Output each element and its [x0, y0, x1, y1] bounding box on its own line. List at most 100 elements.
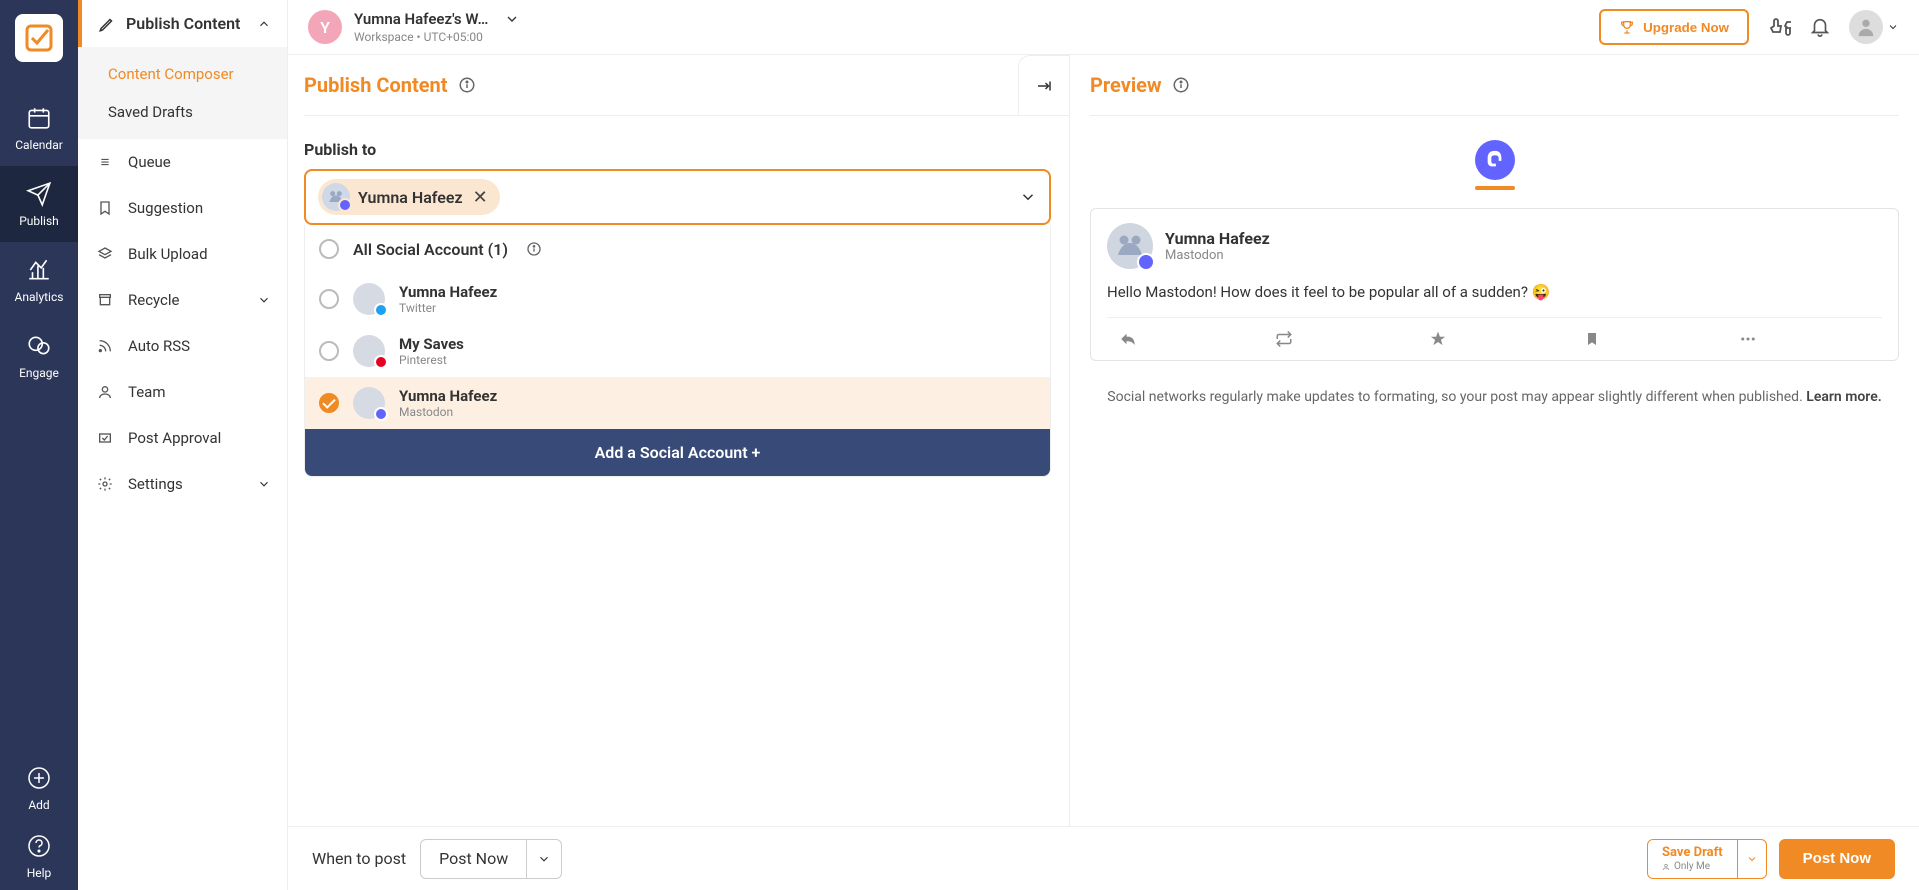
sidebar-sub-drafts[interactable]: Saved Drafts: [78, 93, 287, 131]
bookmark-icon: [94, 200, 116, 216]
paper-plane-icon: [25, 180, 53, 208]
approval-icon: [94, 430, 116, 446]
chevron-down-icon: [526, 840, 561, 878]
save-draft-button[interactable]: Save Draft Only Me: [1647, 839, 1767, 879]
info-icon[interactable]: [458, 76, 476, 94]
chip-avatar: [322, 183, 350, 211]
sidebar-header-publish[interactable]: Publish Content: [78, 0, 287, 47]
archive-icon: [94, 292, 116, 308]
when-dropdown[interactable]: Post Now: [420, 839, 562, 879]
chevron-down-icon[interactable]: [1019, 188, 1037, 206]
mastodon-badge-icon: [1137, 253, 1155, 271]
learn-more-link[interactable]: Learn more.: [1806, 389, 1881, 405]
chevron-down-icon: [1737, 840, 1766, 878]
upgrade-button[interactable]: Upgrade Now: [1599, 9, 1749, 45]
menu-icon: ≡: [94, 153, 116, 171]
twitter-badge-icon: [374, 303, 388, 317]
add-social-account-button[interactable]: Add a Social Account +: [305, 429, 1050, 476]
sidebar: Publish Content Content Composer Saved D…: [78, 0, 288, 890]
preview-title: Preview: [1090, 73, 1162, 97]
sidebar-item-team[interactable]: Team: [78, 369, 287, 415]
when-label: When to post: [312, 849, 406, 868]
info-icon[interactable]: [1172, 76, 1190, 94]
chat-icon: [25, 332, 53, 360]
workspace-title: Yumna Hafeez's W…: [354, 10, 488, 28]
preview-avatar: [1107, 223, 1153, 269]
radio-mastodon[interactable]: [319, 393, 339, 413]
avatar: [353, 387, 385, 419]
preview-note: Social networks regularly make updates t…: [1090, 387, 1899, 408]
radio-twitter[interactable]: [319, 289, 339, 309]
radio-all[interactable]: [319, 239, 339, 259]
preview-network-tab[interactable]: [1090, 140, 1899, 190]
preview-body: Hello Mastodon! How does it feel to be p…: [1107, 283, 1882, 301]
chevron-down-icon: [1887, 21, 1899, 33]
layers-icon: [94, 246, 116, 262]
workspace-subtitle: Workspace • UTC+05:00: [354, 30, 520, 44]
rss-icon: [94, 338, 116, 354]
publish-to-label: Publish to: [304, 140, 1051, 159]
plus-circle-icon: [25, 764, 53, 792]
user-avatar: [1849, 10, 1883, 44]
preview-card: Yumna Hafeez Mastodon Hello Mastodon! Ho…: [1090, 208, 1899, 361]
rail-publish[interactable]: Publish: [0, 166, 78, 242]
account-row-twitter[interactable]: Yumna HafeezTwitter: [305, 273, 1050, 325]
gear-icon: [94, 476, 116, 492]
trophy-icon: [1619, 19, 1635, 35]
rail-calendar[interactable]: Calendar: [0, 90, 78, 166]
publish-title: Publish Content: [304, 73, 448, 97]
footer: When to post Post Now Save Draft Only Me…: [288, 826, 1919, 890]
sidebar-sub-composer[interactable]: Content Composer: [78, 55, 287, 93]
avatar: [353, 283, 385, 315]
pinterest-badge-icon: [374, 355, 388, 369]
user-icon: [94, 384, 116, 400]
collapse-toggle[interactable]: [1018, 55, 1070, 115]
user-menu[interactable]: [1849, 10, 1899, 44]
mastodon-badge-icon: [338, 198, 352, 212]
sidebar-item-recycle[interactable]: Recycle: [78, 277, 287, 323]
help-icon: [25, 832, 53, 860]
topbar: Y Yumna Hafeez's W… Workspace • UTC+05:0…: [288, 0, 1919, 55]
mastodon-icon: [1475, 140, 1515, 180]
sidebar-item-bulk[interactable]: Bulk Upload: [78, 231, 287, 277]
rail-help[interactable]: Help: [0, 822, 78, 890]
chevron-down-icon: [257, 477, 271, 491]
sidebar-item-settings[interactable]: Settings: [78, 461, 287, 507]
person-icon: [1662, 863, 1670, 871]
mastodon-badge-icon: [374, 407, 388, 421]
account-selector[interactable]: Yumna Hafeez ✕: [304, 169, 1051, 225]
account-row-all[interactable]: All Social Account (1): [305, 225, 1050, 273]
app-logo: [15, 14, 63, 62]
post-now-button[interactable]: Post Now: [1779, 839, 1895, 879]
analytics-icon: [25, 256, 53, 284]
sidebar-item-approval[interactable]: Post Approval: [78, 415, 287, 461]
account-row-mastodon[interactable]: Yumna HafeezMastodon: [305, 377, 1050, 429]
reply-icon[interactable]: [1107, 318, 1262, 360]
rail-add[interactable]: Add: [0, 754, 78, 822]
workspace-avatar: Y: [308, 10, 342, 44]
remove-chip-icon[interactable]: ✕: [471, 187, 490, 208]
nav-rail: Calendar Publish Analytics Engage Add He…: [0, 0, 78, 890]
radio-pinterest[interactable]: [319, 341, 339, 361]
info-icon[interactable]: [526, 241, 542, 257]
star-icon[interactable]: [1417, 318, 1572, 360]
chevron-up-icon: [257, 17, 271, 31]
calendar-icon: [25, 104, 53, 132]
account-row-pinterest[interactable]: My SavesPinterest: [305, 325, 1050, 377]
avatar: [353, 335, 385, 367]
pencil-icon: [98, 15, 116, 33]
sidebar-item-suggestion[interactable]: Suggestion: [78, 185, 287, 231]
chevron-down-icon[interactable]: [504, 11, 520, 27]
feedback-icon[interactable]: [1767, 15, 1791, 39]
bell-icon[interactable]: [1809, 16, 1831, 38]
account-dropdown: All Social Account (1) Yumna HafeezTwitt…: [304, 225, 1051, 477]
boost-icon[interactable]: [1262, 318, 1417, 360]
more-icon[interactable]: [1727, 318, 1882, 360]
rail-analytics[interactable]: Analytics: [0, 242, 78, 318]
selected-chip: Yumna Hafeez ✕: [318, 179, 500, 215]
sidebar-item-queue[interactable]: ≡Queue: [78, 139, 287, 185]
bookmark-icon[interactable]: [1572, 318, 1727, 360]
sidebar-item-autorss[interactable]: Auto RSS: [78, 323, 287, 369]
chevron-down-icon: [257, 293, 271, 307]
rail-engage[interactable]: Engage: [0, 318, 78, 394]
